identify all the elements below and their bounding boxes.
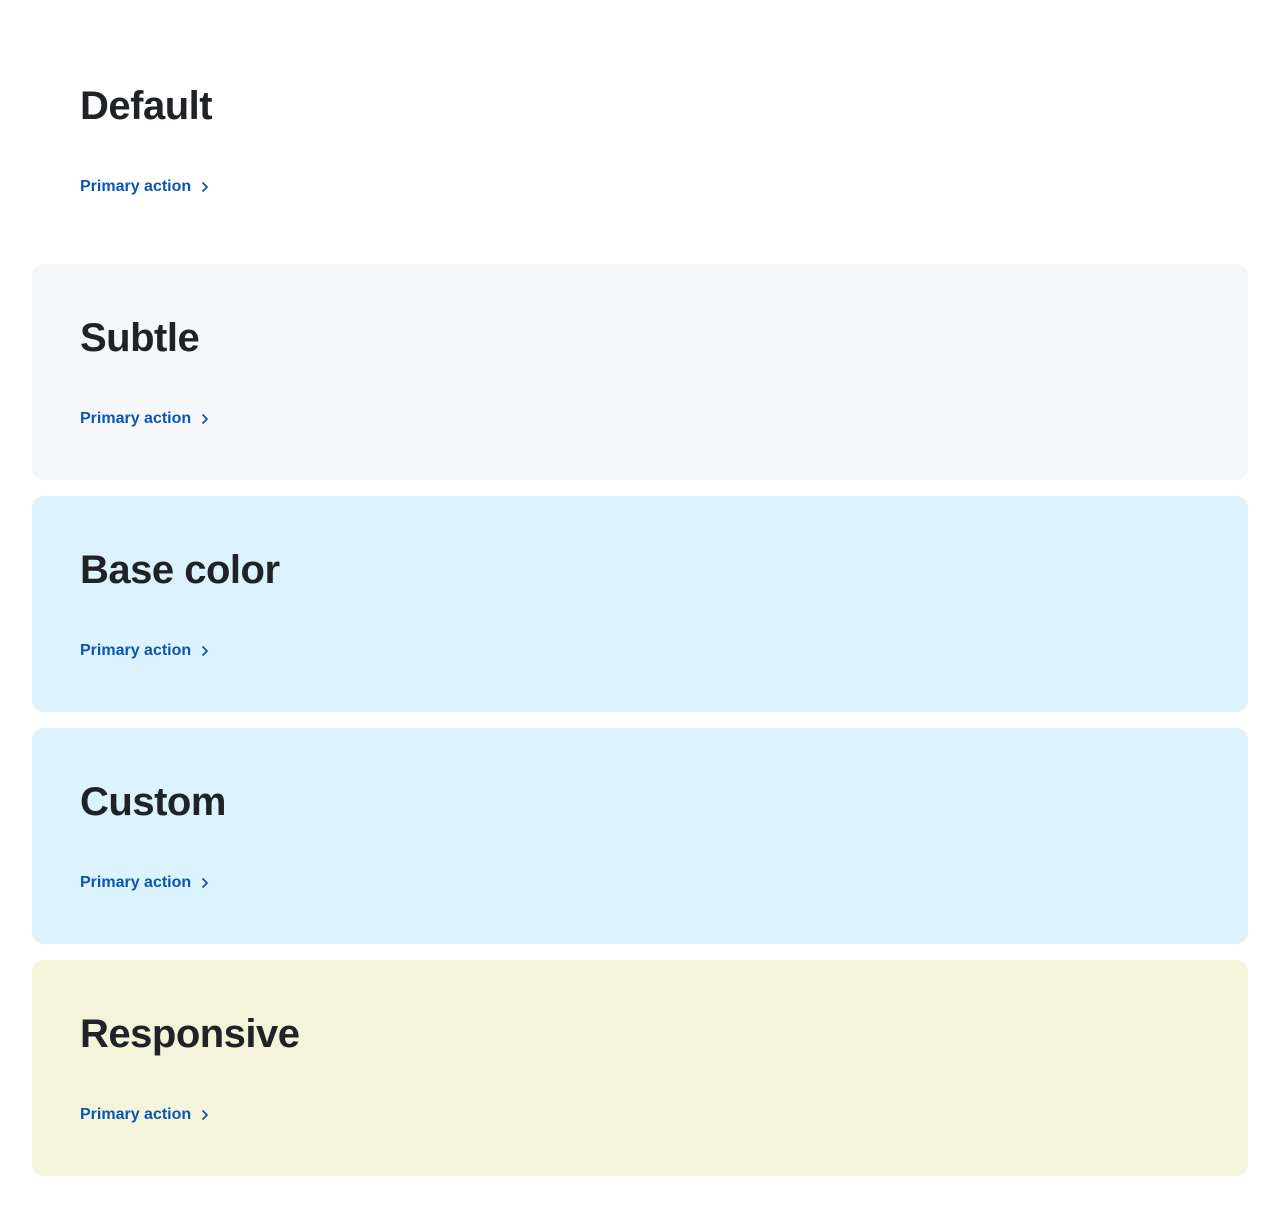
card-custom: Custom Primary action <box>32 728 1248 944</box>
primary-action-link[interactable]: Primary action <box>80 176 211 198</box>
card-default: Default Primary action <box>32 32 1248 248</box>
card-title: Subtle <box>80 316 200 360</box>
primary-action-link[interactable]: Primary action <box>80 1104 211 1126</box>
primary-action-link[interactable]: Primary action <box>80 872 211 894</box>
card-title: Base color <box>80 548 280 592</box>
card-base-color: Base color Primary action <box>32 496 1248 712</box>
card-responsive: Responsive Primary action <box>32 960 1248 1176</box>
card-title: Default <box>80 84 213 128</box>
card-subtle: Subtle Primary action <box>32 264 1248 480</box>
card-title: Custom <box>80 780 226 824</box>
primary-action-label: Primary action <box>80 874 192 891</box>
card-title: Responsive <box>80 1012 300 1056</box>
primary-action-label: Primary action <box>80 642 192 659</box>
primary-action-link[interactable]: Primary action <box>80 408 211 430</box>
chevron-right-icon <box>199 181 211 193</box>
chevron-right-icon <box>199 645 211 657</box>
chevron-right-icon <box>199 413 211 425</box>
primary-action-link[interactable]: Primary action <box>80 640 211 662</box>
card-stack: Default Primary action Subtle Primary ac… <box>32 32 1248 1192</box>
primary-action-label: Primary action <box>80 410 192 427</box>
chevron-right-icon <box>199 877 211 889</box>
primary-action-label: Primary action <box>80 1106 192 1123</box>
chevron-right-icon <box>199 1109 211 1121</box>
primary-action-label: Primary action <box>80 178 192 195</box>
